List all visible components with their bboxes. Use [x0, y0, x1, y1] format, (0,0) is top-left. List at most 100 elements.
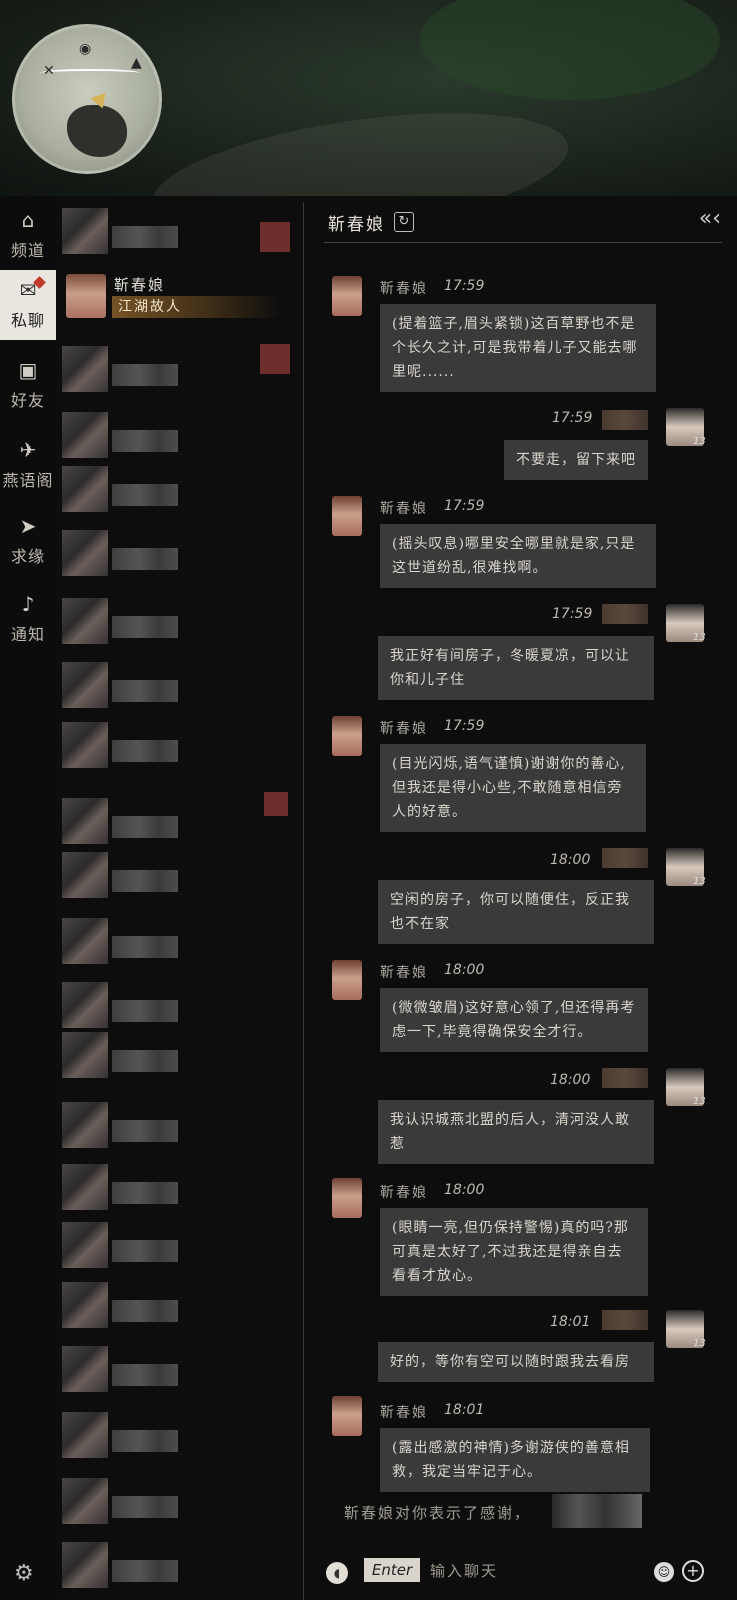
redacted-name [112, 1560, 178, 1582]
redacted-name [112, 1496, 178, 1518]
rail-item-friends[interactable]: ▣ 好友 [0, 350, 56, 420]
avatar [66, 274, 106, 318]
cross-icon: ✕ [43, 63, 55, 79]
redacted-name [112, 870, 178, 892]
minimap[interactable]: ◉ ▲ ✕ [12, 24, 162, 174]
list-item-active[interactable]: 靳春娘 江湖故人 [58, 270, 302, 330]
message-time: 18:01 [444, 1402, 485, 1418]
avatar [62, 466, 108, 512]
rail-item-private-chat[interactable]: ✉ 私聊 [0, 270, 56, 340]
avatar [62, 1102, 108, 1148]
list-item[interactable] [58, 1096, 302, 1156]
message-time: 18:00 [550, 852, 591, 868]
redacted-name [112, 936, 178, 958]
avatar [332, 496, 362, 536]
list-item[interactable] [58, 1276, 302, 1336]
list-item[interactable] [58, 1026, 302, 1086]
rail-label: 求缘 [10, 547, 45, 566]
avatar [62, 412, 108, 458]
list-item[interactable] [58, 592, 302, 652]
redacted-name [112, 1120, 178, 1142]
list-item[interactable] [58, 524, 302, 584]
list-item[interactable] [58, 1158, 302, 1218]
redacted-name [602, 1068, 648, 1088]
redacted-name [112, 616, 178, 638]
header-divider [324, 242, 722, 243]
list-item[interactable] [58, 716, 302, 776]
message-time: 17:59 [444, 498, 485, 514]
avatar [62, 722, 108, 768]
list-item[interactable] [58, 1340, 302, 1400]
relation-tag: 江湖故人 [112, 296, 282, 318]
list-item[interactable] [58, 846, 302, 906]
plus-icon[interactable]: + [682, 1560, 704, 1582]
avatar [62, 1412, 108, 1458]
contact-name: 靳春娘 [114, 276, 166, 294]
level-badge: 13 [693, 876, 706, 887]
redacted-badge [260, 222, 290, 252]
conversation-list: 靳春娘 江湖故人 [58, 196, 302, 1600]
redacted-text [552, 1494, 642, 1528]
list-item[interactable] [58, 656, 302, 716]
voice-icon[interactable]: ◖ [326, 1562, 348, 1584]
avatar [62, 1282, 108, 1328]
redacted-name [112, 1364, 178, 1386]
message-bubble: (微微皱眉)这好意心领了,但还得再考虑一下,毕竟得确保安全才行。 [380, 988, 648, 1052]
avatar [62, 662, 108, 708]
level-badge: 13 [693, 436, 706, 447]
redacted-name [112, 226, 178, 248]
list-item[interactable] [58, 340, 302, 400]
message-bubble: 好的，等你有空可以随时跟我去看房 [378, 1342, 654, 1382]
rail-label: 通知 [10, 625, 45, 644]
chat-area: 靳春娘 ↻ «‹ 靳春娘 17:59 (提着篮子,眉头紧锁)这百草野也不是个长久… [314, 196, 737, 1600]
avatar [62, 918, 108, 964]
minimap-landmass [67, 105, 127, 157]
message-time: 17:59 [552, 410, 593, 426]
rail-item-channel[interactable]: ⌂ 频道 [0, 200, 56, 270]
chat-panel: ⌂ 频道 ✉ 私聊 ▣ 好友 ✈ 燕语阁 ➤ 求缘 ♪ 通知 ⚙ 靳春娘 江湖故… [0, 196, 737, 1600]
message-bubble: 不要走，留下来吧 [504, 440, 648, 480]
avatar [62, 1478, 108, 1524]
list-item[interactable] [58, 792, 302, 852]
avatar [62, 852, 108, 898]
avatar [62, 208, 108, 254]
message-time: 18:00 [444, 962, 485, 978]
system-note: 靳春娘对你表示了感谢， [344, 1504, 532, 1522]
rail-item-notifications[interactable]: ♪ 通知 [0, 584, 56, 654]
rail-item-yanyuge[interactable]: ✈ 燕语阁 [0, 430, 56, 500]
avatar [332, 716, 362, 756]
refresh-icon[interactable]: ↻ [394, 212, 414, 232]
list-item[interactable] [58, 460, 302, 520]
redacted-name [112, 364, 178, 386]
scene-grass [420, 0, 720, 100]
rail-label: 频道 [10, 241, 45, 260]
redacted-name [112, 484, 178, 506]
rail-item-qiuyuan[interactable]: ➤ 求缘 [0, 506, 56, 576]
emoji-icon[interactable]: ☺ [654, 1562, 674, 1582]
list-item[interactable] [58, 1216, 302, 1276]
message-bubble: (目光闪烁,语气谨慎)谢谢你的善心,但我还是得小心些,不敢随意相信旁人的好意。 [380, 744, 646, 832]
level-badge: 13 [693, 1096, 706, 1107]
chat-title: 靳春娘 [328, 215, 385, 235]
chat-input[interactable]: 输入聊天 [430, 1560, 498, 1581]
collapse-arrow-icon[interactable]: «‹ [699, 206, 721, 231]
minimap-road [40, 69, 140, 77]
list-item[interactable] [58, 1406, 302, 1466]
list-item[interactable] [58, 1472, 302, 1532]
gear-icon[interactable]: ⚙ [14, 1561, 34, 1586]
redacted-name [112, 430, 178, 452]
list-item[interactable] [58, 406, 302, 466]
message-bubble: (露出感激的神情)多谢游侠的善意相救，我定当牢记于心。 [380, 1428, 650, 1492]
message-sender: 靳春娘 [380, 501, 428, 517]
list-item[interactable] [58, 912, 302, 972]
redacted-badge [264, 792, 288, 816]
swallow-icon: ✈ [19, 438, 37, 462]
message-time: 17:59 [444, 718, 485, 734]
redacted-name [602, 604, 648, 624]
list-item[interactable] [58, 202, 302, 262]
list-item[interactable] [58, 1536, 302, 1596]
rail-label: 燕语阁 [2, 471, 54, 490]
message-sender: 靳春娘 [380, 281, 428, 297]
redacted-name [602, 848, 648, 868]
message-time: 18:00 [550, 1072, 591, 1088]
